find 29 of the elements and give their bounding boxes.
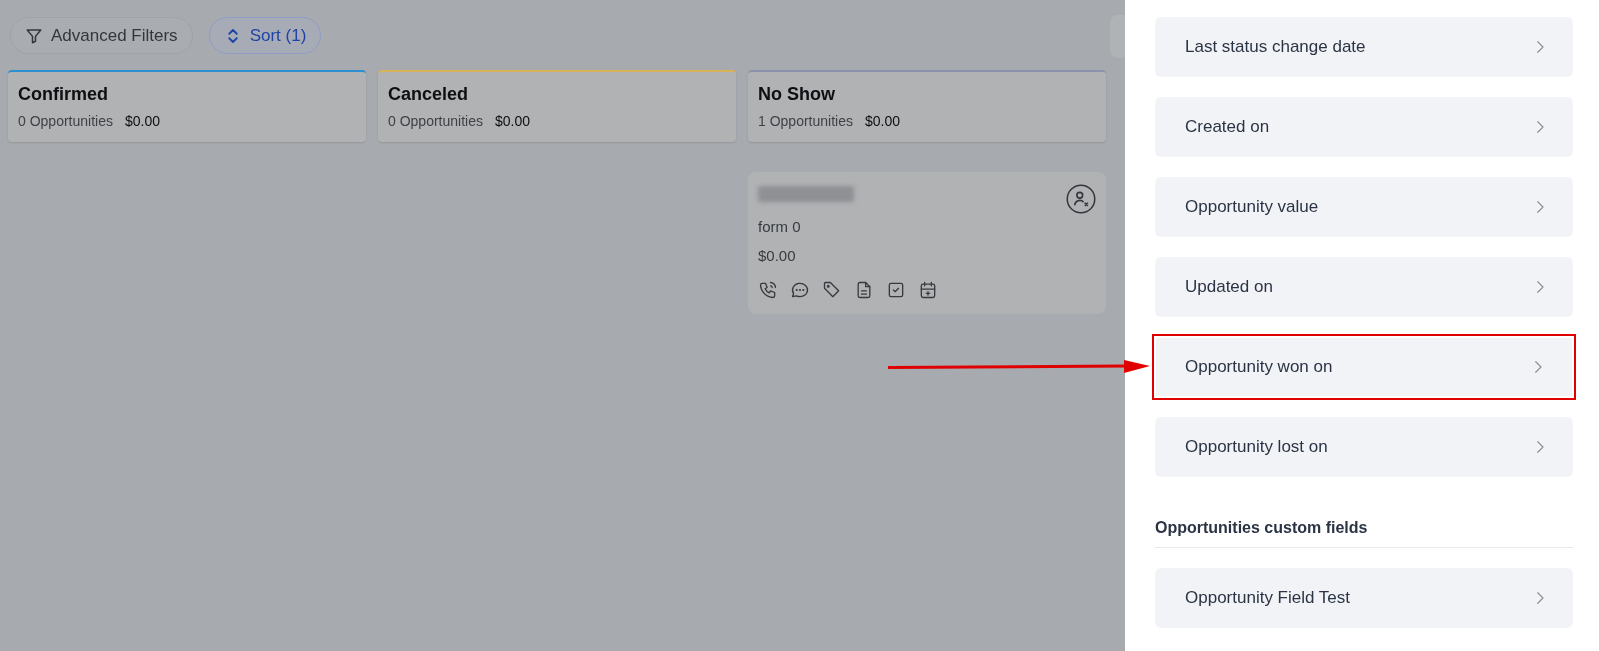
sort-button[interactable]: Sort (1) [208, 17, 322, 54]
calendar-add-icon[interactable] [918, 280, 938, 300]
opportunity-card[interactable]: form 0 $0.00 [748, 172, 1106, 314]
stage-total: $0.00 [124, 113, 160, 129]
tag-icon[interactable] [822, 280, 842, 300]
phone-icon[interactable] [758, 280, 778, 300]
filter-icon [25, 26, 43, 45]
stage-name: Confirmed [18, 84, 109, 105]
stage-total: $0.00 [494, 113, 530, 129]
stage-total: $0.00 [864, 113, 900, 129]
chat-icon[interactable] [790, 280, 810, 300]
opportunity-count: 1 Opportunities [758, 113, 853, 129]
unassigned-user-icon [1066, 184, 1096, 214]
field-option[interactable]: Last status change date [1155, 17, 1573, 77]
field-option[interactable]: Opportunity Field Test [1155, 568, 1573, 628]
field-option[interactable]: Opportunity lost on [1155, 417, 1573, 477]
opportunity-count: 0 Opportunities [388, 113, 483, 129]
field-option[interactable]: Opportunity won on [1152, 334, 1576, 400]
opportunity-count: 0 Opportunities [18, 113, 113, 129]
checkbox-icon[interactable] [886, 280, 906, 300]
field-option[interactable]: Opportunity value [1155, 177, 1573, 237]
section-heading: Opportunities custom fields [1155, 519, 1369, 537]
field-option[interactable]: Updated on [1155, 257, 1573, 317]
opportunity-source: form 0 [758, 218, 802, 235]
filter-button[interactable]: Advanced Filters [10, 17, 193, 54]
stage-name: Canceled [388, 84, 470, 105]
stage-name: No Show [758, 84, 836, 105]
field-option[interactable]: Created on [1155, 97, 1573, 157]
opportunity-value: $0.00 [758, 247, 797, 264]
